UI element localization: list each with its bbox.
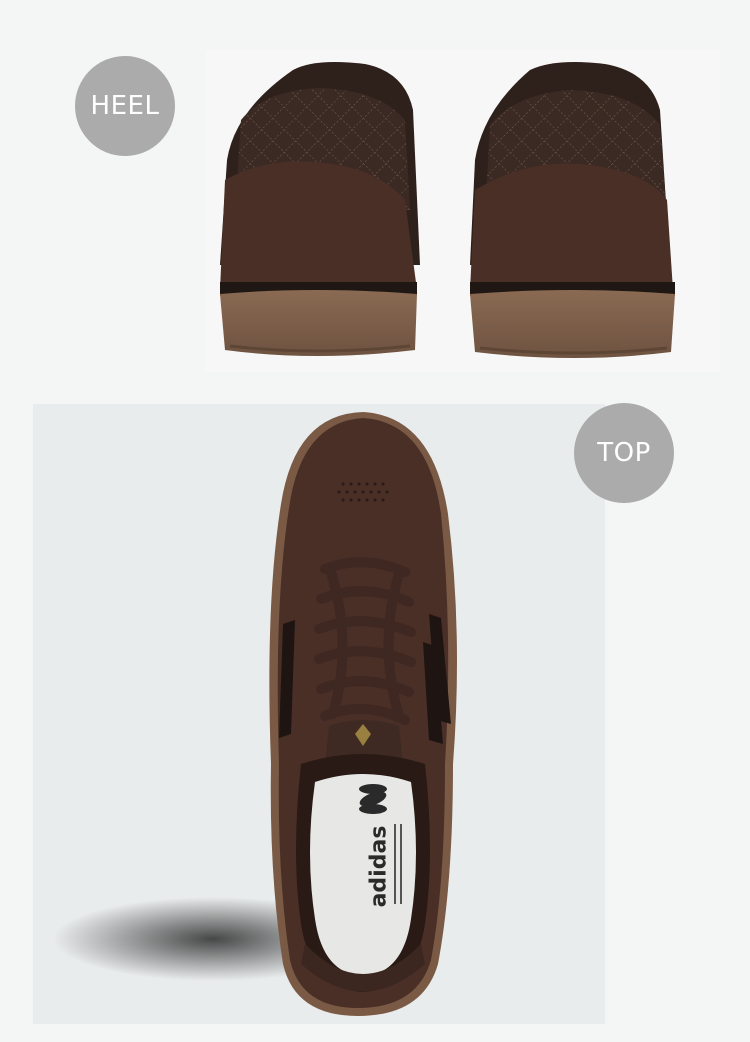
- right-shoe-heel: [470, 62, 675, 358]
- heel-view-panel: [205, 50, 720, 372]
- top-view-image: [53, 412, 457, 1016]
- heel-view-image: [220, 62, 675, 358]
- left-shoe-heel: [220, 62, 420, 356]
- heel-label-badge: HEEL: [75, 56, 175, 156]
- trefoil-icon: [359, 784, 387, 814]
- top-label-badge: TOP: [574, 403, 674, 503]
- top-view-panel: adidas: [33, 404, 605, 1024]
- insole-brand-text: adidas: [366, 825, 392, 908]
